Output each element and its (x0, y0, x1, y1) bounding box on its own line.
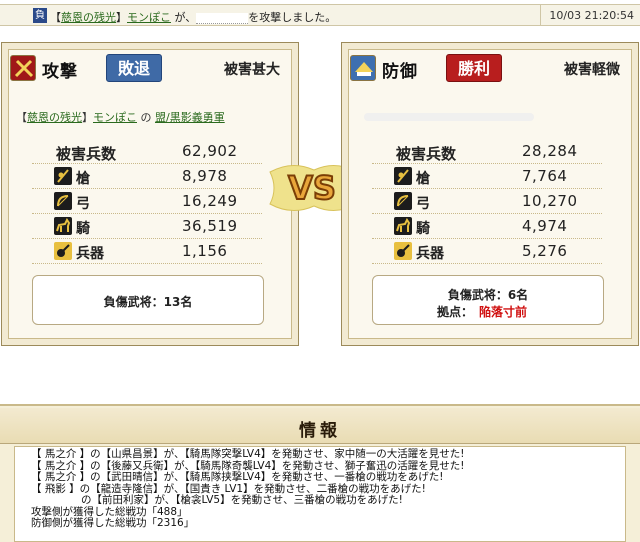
siege-weapon-icon (394, 242, 412, 260)
battle-log-row: 負 【慈恩の残光】モンぽこ が、 を攻撃しました。 10/03 21:20:54 (0, 4, 640, 26)
bow-icon (394, 192, 412, 210)
defender-damage-level: 被害軽微 (564, 62, 620, 78)
defender-header: 防御 勝利 被害軽微 (350, 53, 620, 83)
info-line: 【 馬之介 】の【武田晴信】が、【騎馬隊挟撃LV4】を発動させ、一番槍の戦功をあ… (31, 471, 444, 483)
defender-bow-row: 弓 10,270 (372, 189, 602, 214)
info-line: 【 馬之介 】の【山県昌景】が、【騎馬隊突撃LV4】を発動させ、家中随一の大活躍… (31, 448, 465, 460)
defeat-badge: 負 (33, 8, 47, 23)
attacker-alliance-link[interactable]: 慈恩の残光 (27, 111, 82, 124)
attacker-total-row: 被害兵数 62,902 (32, 139, 262, 164)
redacted-defender-owner (364, 113, 534, 121)
bow-icon (54, 192, 72, 210)
attacker-cavalry-row: 騎 36,519 (32, 214, 262, 239)
attacker-damage-level: 被害甚大 (224, 62, 280, 78)
log-message: 【慈恩の残光】モンぽこ が、 を攻撃しました。 (50, 11, 337, 24)
attacker-stats: 被害兵数 62,902 槍 8,978 弓 16,249 騎 36,519 兵器… (32, 139, 262, 264)
attacker-siege-row: 兵器 1,156 (32, 239, 262, 264)
attacker-injured-box: 負傷武将：13名 (32, 275, 264, 325)
redacted-target (196, 12, 249, 24)
defense-icon (350, 55, 376, 81)
total-casualties-label: 被害兵数 (56, 145, 117, 163)
info-body: 【 馬之介 】の【山県昌景】が、【騎馬隊突撃LV4】を発動させ、家中随一の大活躍… (14, 446, 626, 542)
defender-result-badge: 勝利 (446, 54, 502, 82)
log-timestamp: 10/03 21:20:54 (549, 9, 634, 22)
horse-icon (394, 217, 412, 235)
info-line: の【前田利家】が、【槍衾LV5】を発動させ、三番槍の戦功をあげた! (81, 494, 403, 506)
base-status: 拠点： 陥落寸前 (437, 305, 528, 319)
defender-total-row: 被害兵数 28,284 (372, 139, 602, 164)
total-casualties-label: 被害兵数 (396, 145, 457, 163)
total-casualties-value: 62,902 (182, 142, 238, 160)
defender-spear-row: 槍 7,764 (372, 164, 602, 189)
defender-injured-generals: 負傷武将：6名 (447, 288, 529, 302)
info-lines: 【 馬之介 】の【山県昌景】が、【騎馬隊突撃LV4】を発動させ、家中随一の大活躍… (31, 448, 465, 530)
defender-cavalry-row: 騎 4,974 (372, 214, 602, 239)
attack-icon (10, 55, 36, 81)
attacker-bow-row: 弓 16,249 (32, 189, 262, 214)
vs-label: VS (288, 169, 336, 207)
attacker-player-link[interactable]: モンぽこ (93, 111, 137, 124)
base-status-value: 陥落寸前 (479, 305, 528, 319)
defender-injured-box: 負傷武将：6名 拠点： 陥落寸前 (372, 275, 604, 325)
log-player-link[interactable]: モンぽこ (127, 11, 171, 24)
info-line: 防御側が獲得した総戦功「2316」 (31, 517, 195, 529)
info-section: 情報 【 馬之介 】の【山県昌景】が、【騎馬隊突撃LV4】を発動させ、家中随一の… (0, 404, 640, 542)
siege-weapon-icon (54, 242, 72, 260)
defender-panel: 防御 勝利 被害軽微 被害兵数 28,284 槍 7,764 弓 10,270 … (341, 42, 639, 346)
divider (540, 5, 541, 25)
attacker-title: 攻撃 (42, 62, 78, 82)
defender-title: 防御 (382, 62, 418, 82)
info-title: 情報 (299, 421, 341, 441)
info-titlebar: 情報 (0, 408, 640, 444)
defender-siege-row: 兵器 5,276 (372, 239, 602, 264)
horse-icon (54, 217, 72, 235)
log-alliance-link[interactable]: 慈恩の残光 (61, 11, 116, 24)
attacker-header: 攻撃 敗退 被害甚大 (10, 53, 280, 83)
total-casualties-value: 28,284 (522, 142, 578, 160)
attacker-panel: 攻撃 敗退 被害甚大 【慈恩の残光】モンぽこ の 盟/黒影義勇軍 被害兵数 62… (1, 42, 299, 346)
spear-icon (54, 167, 72, 185)
attacker-unit-link[interactable]: 盟/黒影義勇軍 (155, 111, 225, 124)
attacker-owner: 【慈恩の残光】モンぽこ の 盟/黒影義勇軍 (16, 111, 225, 124)
defender-stats: 被害兵数 28,284 槍 7,764 弓 10,270 騎 4,974 兵器 … (372, 139, 602, 264)
attacker-spear-row: 槍 8,978 (32, 164, 262, 189)
attacker-result-badge: 敗退 (106, 54, 162, 82)
attacker-injured-generals: 負傷武将：13名 (103, 295, 193, 309)
spear-icon (394, 167, 412, 185)
